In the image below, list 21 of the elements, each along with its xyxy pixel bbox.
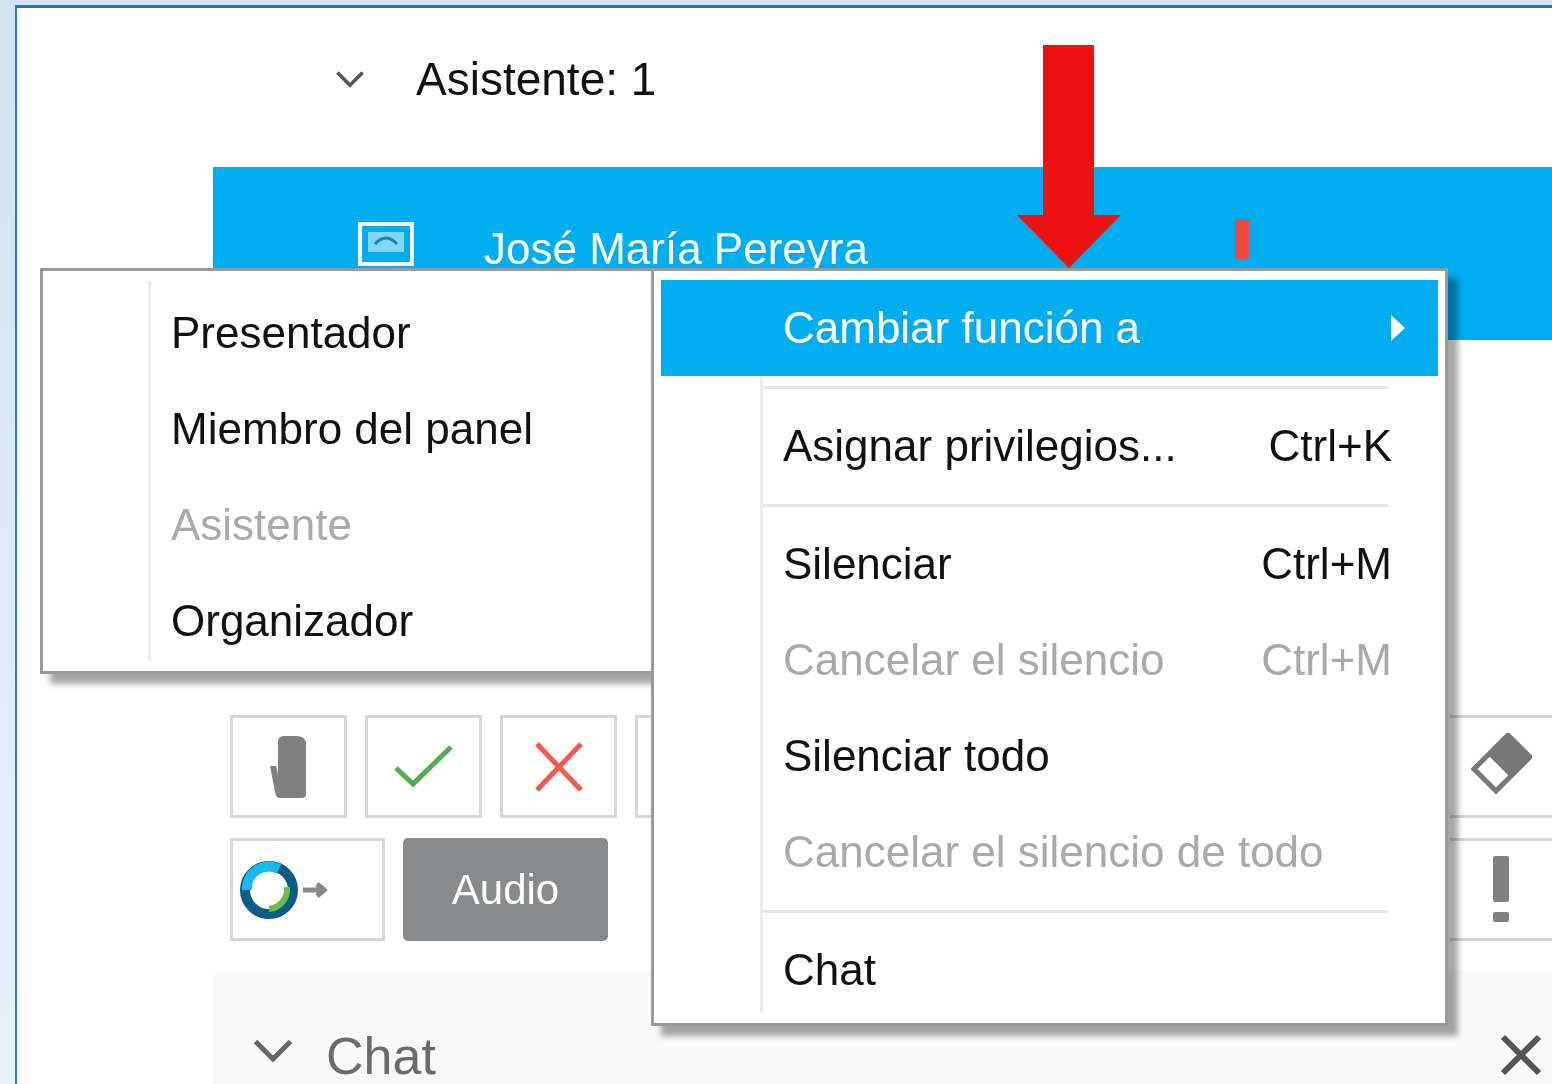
raise-hand-button[interactable]	[230, 715, 347, 818]
menu-item[interactable]: Asignar privilegios... Ctrl+K	[661, 398, 1438, 494]
close-icon[interactable]	[1500, 1034, 1542, 1076]
alert-button[interactable]	[1450, 838, 1552, 941]
chat-title: Chat	[326, 1030, 436, 1082]
shortcut-label: Ctrl+M	[1261, 635, 1392, 685]
menu-item[interactable]: Silenciar todo	[661, 708, 1438, 804]
webex-share-button[interactable]	[230, 838, 385, 941]
section-title: Asistente: 1	[416, 56, 657, 102]
checkmark-icon	[392, 743, 455, 790]
submenu-caret-icon	[1390, 314, 1406, 342]
exclamation-icon	[1492, 855, 1510, 924]
menu-item[interactable]: Silenciar Ctrl+M	[661, 516, 1438, 612]
approve-button[interactable]	[365, 715, 482, 818]
shortcut-label: Ctrl+K	[1268, 421, 1392, 471]
deny-button[interactable]	[500, 715, 617, 818]
shortcut-label: Ctrl+M	[1261, 539, 1392, 589]
cross-icon	[533, 740, 584, 793]
monitor-icon	[358, 222, 414, 268]
eraser-button[interactable]	[1450, 715, 1552, 818]
menu-item[interactable]: Chat	[661, 922, 1438, 1018]
